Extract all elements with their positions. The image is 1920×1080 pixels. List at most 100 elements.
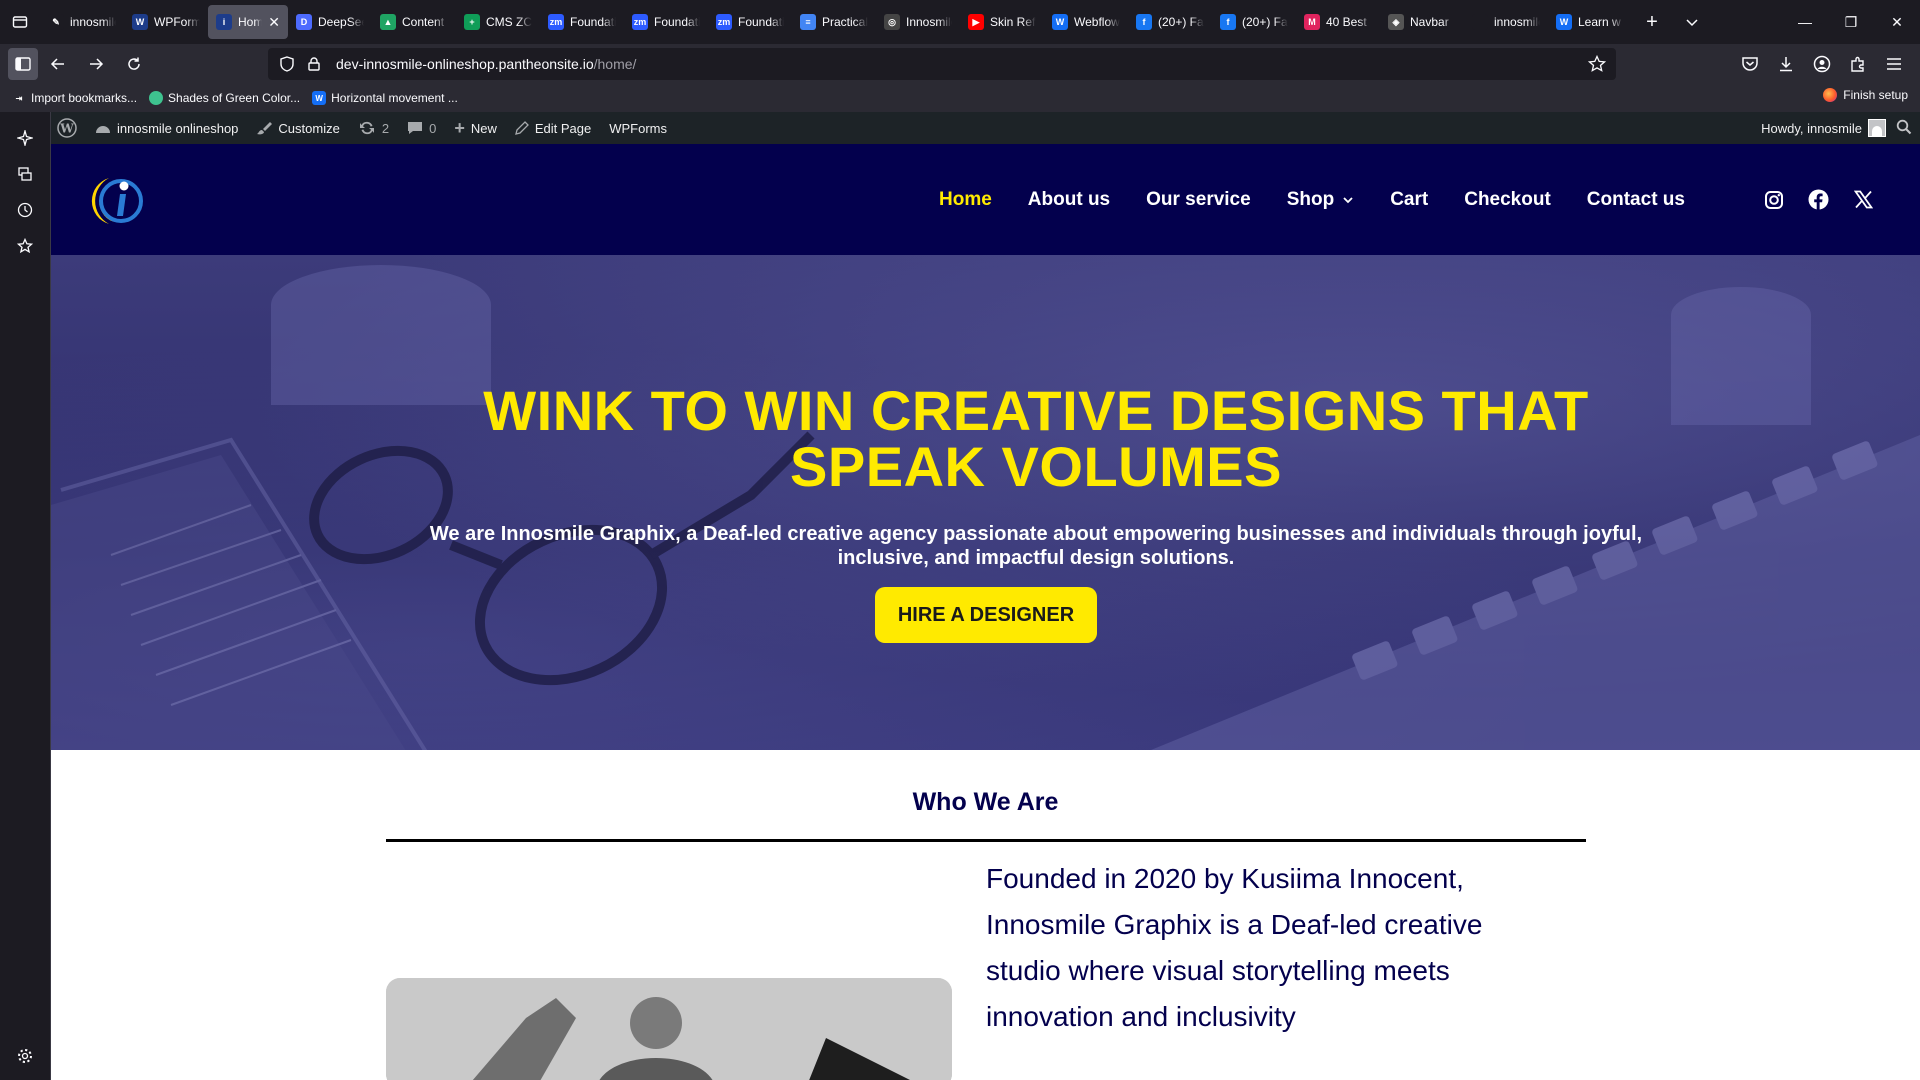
browser-tab[interactable]: i Home ✕ bbox=[208, 5, 288, 39]
menu-item-our-service[interactable]: Our service bbox=[1146, 189, 1251, 211]
hire-designer-button[interactable]: HIRE A DESIGNER bbox=[875, 587, 1097, 643]
wp-comments-link[interactable]: 0 bbox=[398, 112, 445, 144]
browser-tab[interactable]: W Learn w bbox=[1548, 5, 1632, 39]
browser-tab[interactable]: zm Foundation bbox=[708, 5, 792, 39]
extensions-button[interactable] bbox=[1840, 48, 1876, 80]
url-host: dev-innosmile-onlineshop.pantheonsite.io bbox=[336, 56, 594, 72]
browser-tab[interactable]: zm Foundation bbox=[624, 5, 708, 39]
menu-item-contact-us[interactable]: Contact us bbox=[1587, 189, 1685, 211]
browser-tab[interactable]: D DeepSeek bbox=[288, 5, 372, 39]
menu-item-cart[interactable]: Cart bbox=[1390, 189, 1428, 211]
browser-tab[interactable]: f (20+) Fa bbox=[1212, 5, 1296, 39]
bookmark-favicon-icon bbox=[149, 91, 164, 105]
browser-tab[interactable]: ◎ Innosmile bbox=[876, 5, 960, 39]
browser-tab[interactable]: + CMS ZC bbox=[456, 5, 540, 39]
menu-item-about-us[interactable]: About us bbox=[1028, 189, 1110, 211]
wp-edit-page-link[interactable]: Edit Page bbox=[506, 112, 600, 144]
wp-wpforms-link[interactable]: WPForms bbox=[600, 112, 676, 144]
browser-tab[interactable]: ≡ Practical bbox=[792, 5, 876, 39]
browser-tab[interactable]: ▲ Content bbox=[372, 5, 456, 39]
hero-background-desk-illustration bbox=[51, 265, 1920, 750]
lock-icon[interactable] bbox=[308, 57, 328, 71]
app-menu-button[interactable] bbox=[1876, 48, 1912, 80]
customize-sidebar-button[interactable] bbox=[13, 1044, 37, 1068]
wp-new-content-link[interactable]: + New bbox=[445, 112, 506, 144]
bookmark-label: Shades of Green Color... bbox=[168, 91, 301, 105]
primary-menu: Home About us Our service Shop Cart Checkout C… bbox=[939, 144, 1721, 255]
menu-item-label: Checkout bbox=[1464, 188, 1551, 210]
tab-favicon-icon: ✎ bbox=[48, 14, 64, 30]
tracking-protection-shield-icon[interactable] bbox=[280, 56, 300, 72]
menu-item-shop[interactable]: Shop bbox=[1287, 189, 1355, 211]
menu-item-home[interactable]: Home bbox=[939, 189, 992, 211]
browser-tab[interactable]: M 40 Best bbox=[1296, 5, 1380, 39]
forward-arrow-icon bbox=[90, 58, 104, 70]
who-we-are-heading: Who We Are bbox=[912, 788, 1059, 816]
reload-button[interactable] bbox=[116, 48, 152, 80]
history-button[interactable] bbox=[13, 198, 37, 222]
firefox-view-button[interactable] bbox=[0, 0, 40, 44]
wp-updates-link[interactable]: 2 bbox=[349, 112, 398, 144]
address-bar[interactable]: dev-innosmile-onlineshop.pantheonsite.io… bbox=[268, 48, 1616, 80]
bookmark-item[interactable]: W Horizontal movement ... bbox=[312, 86, 458, 110]
browser-tab[interactable]: W Webflow bbox=[1044, 5, 1128, 39]
wp-logo-menu[interactable]: W bbox=[51, 112, 86, 144]
synced-tabs-button[interactable] bbox=[13, 162, 37, 186]
howdy-label: Howdy, innosmile bbox=[1761, 120, 1862, 136]
tab-favicon-icon: zm bbox=[632, 14, 648, 30]
browser-tab[interactable]: f (20+) Fa bbox=[1128, 5, 1212, 39]
wp-site-name-link[interactable]: innosmile onlineshop bbox=[86, 112, 247, 144]
tab-favicon-icon: + bbox=[464, 14, 480, 30]
tab-title: DeepSeek bbox=[318, 15, 364, 29]
forward-button[interactable] bbox=[78, 48, 114, 80]
page-content: W innosmile onlineshop Customize 2 0 + N… bbox=[51, 112, 1920, 1080]
list-all-tabs-button[interactable] bbox=[1672, 0, 1712, 44]
browser-tab[interactable]: W WPForms bbox=[124, 5, 208, 39]
updates-count: 2 bbox=[381, 120, 390, 136]
tab-favicon-icon: ◎ bbox=[884, 14, 900, 30]
wp-customize-link[interactable]: Customize bbox=[247, 112, 348, 144]
search-icon[interactable] bbox=[1896, 119, 1912, 138]
synced-tabs-icon bbox=[18, 167, 32, 181]
wp-my-account[interactable]: Howdy, innosmile bbox=[1761, 119, 1886, 137]
back-arrow-icon bbox=[50, 58, 64, 70]
new-tab-button[interactable]: + bbox=[1632, 0, 1672, 44]
minimize-button[interactable]: — bbox=[1782, 0, 1828, 44]
bookmark-item[interactable]: ⇥ Import bookmarks... bbox=[12, 86, 137, 110]
sidebar-toggle-button[interactable] bbox=[8, 48, 38, 80]
new-label: New bbox=[470, 120, 497, 136]
downloads-button[interactable] bbox=[1768, 48, 1804, 80]
tab-favicon-icon: ≡ bbox=[800, 14, 816, 30]
bookmark-item[interactable]: Shades of Green Color... bbox=[149, 86, 300, 110]
facebook-icon[interactable] bbox=[1808, 189, 1829, 210]
restore-button[interactable]: ❐ bbox=[1828, 0, 1874, 44]
browser-tab[interactable]: ◈ Navbar bbox=[1380, 5, 1464, 39]
x-twitter-icon[interactable] bbox=[1853, 189, 1874, 210]
account-button[interactable] bbox=[1804, 48, 1840, 80]
pencil-icon bbox=[514, 121, 529, 135]
bookmark-favicon-icon: W bbox=[312, 91, 327, 105]
site-logo[interactable] bbox=[87, 170, 145, 228]
tab-favicon-icon: f bbox=[1136, 14, 1152, 30]
browser-tab[interactable]: zm Foundation bbox=[540, 5, 624, 39]
back-button[interactable] bbox=[40, 48, 76, 80]
tab-favicon-icon: ▶ bbox=[968, 14, 984, 30]
tab-favicon-icon: M bbox=[1304, 14, 1320, 30]
instagram-icon[interactable] bbox=[1763, 189, 1784, 210]
tab-title: Home bbox=[238, 15, 263, 29]
browser-tab[interactable]: ✎ innosmile bbox=[40, 5, 124, 39]
browser-tab[interactable]: innosmile.gr bbox=[1464, 5, 1548, 39]
pocket-button[interactable] bbox=[1732, 48, 1768, 80]
close-tab-icon[interactable]: ✕ bbox=[268, 14, 280, 31]
browser-tab[interactable]: ▶ Skin Ref bbox=[960, 5, 1044, 39]
sidebar-icon bbox=[15, 57, 31, 71]
close-window-button[interactable]: ✕ bbox=[1874, 0, 1920, 44]
bookmark-star-icon[interactable] bbox=[1587, 54, 1607, 76]
ai-chatbot-button[interactable] bbox=[13, 126, 37, 150]
tab-title: Learn w bbox=[1578, 15, 1621, 29]
bookmarks-button[interactable] bbox=[13, 234, 37, 258]
tab-favicon-icon: f bbox=[1220, 14, 1236, 30]
gear-icon bbox=[18, 1049, 32, 1063]
menu-item-checkout[interactable]: Checkout bbox=[1464, 189, 1551, 211]
finish-setup-button[interactable]: Finish setup bbox=[1823, 88, 1908, 102]
